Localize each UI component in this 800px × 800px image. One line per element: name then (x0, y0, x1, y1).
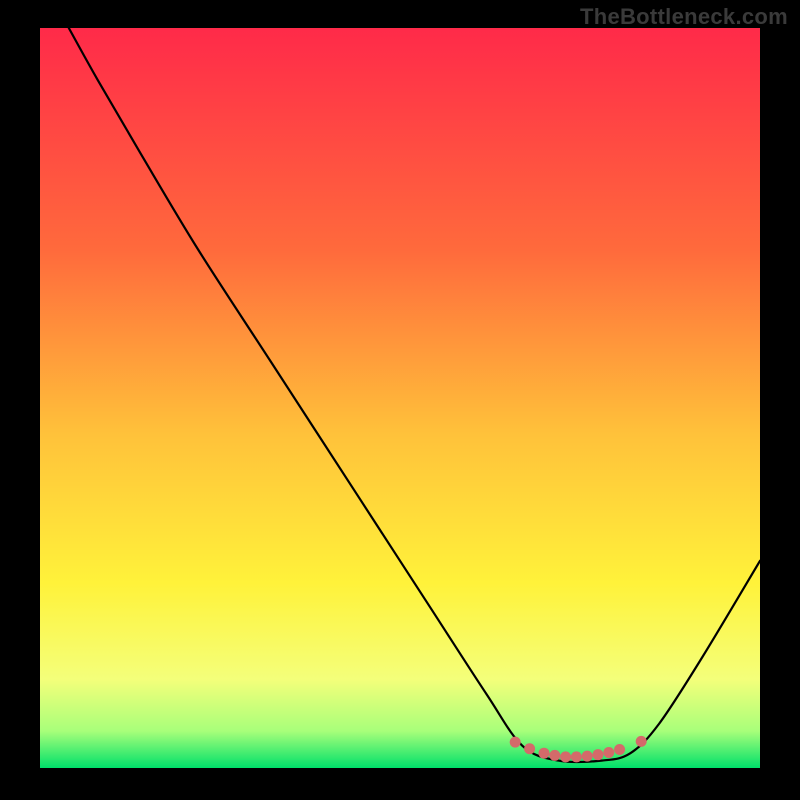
plot-area (40, 28, 760, 768)
marker-dot (539, 748, 550, 759)
marker-dot (549, 750, 560, 761)
marker-dot (571, 751, 582, 762)
marker-dot (582, 751, 593, 762)
watermark-text: TheBottleneck.com (580, 4, 788, 30)
marker-dot (524, 743, 535, 754)
marker-dot (510, 737, 521, 748)
marker-dot (603, 747, 614, 758)
plot-svg (40, 28, 760, 768)
marker-dot (636, 736, 647, 747)
marker-dot (614, 744, 625, 755)
chart-frame: TheBottleneck.com (0, 0, 800, 800)
marker-dot (593, 749, 604, 760)
gradient-background (40, 28, 760, 768)
marker-dot (560, 751, 571, 762)
